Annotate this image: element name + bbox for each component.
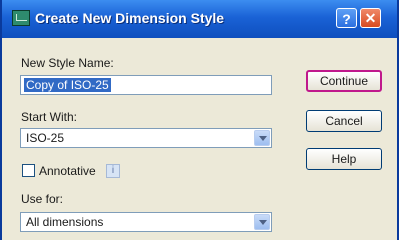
start-with-select[interactable]: ISO-25	[20, 128, 272, 148]
annotative-checkbox[interactable]	[22, 164, 35, 177]
start-with-value: ISO-25	[26, 131, 65, 145]
create-new-dimension-style-dialog: Create New Dimension Style ? ✕ New Style…	[0, 0, 399, 240]
use-for-select[interactable]: All dimensions	[20, 212, 272, 232]
help-button[interactable]: Help	[306, 148, 382, 170]
start-with-label: Start With:	[21, 110, 78, 124]
help-icon[interactable]: ?	[336, 8, 357, 28]
chevron-down-icon[interactable]	[254, 214, 270, 230]
title-bar[interactable]: Create New Dimension Style ? ✕	[2, 0, 397, 38]
annotative-label: Annotative	[39, 164, 96, 178]
new-style-name-value: Copy of ISO-25	[24, 78, 111, 92]
use-for-value: All dimensions	[26, 215, 104, 229]
new-style-name-input[interactable]: Copy of ISO-25	[20, 75, 272, 95]
info-icon[interactable]: i	[106, 164, 120, 178]
close-icon[interactable]: ✕	[360, 8, 381, 28]
new-style-name-label: New Style Name:	[21, 56, 114, 70]
continue-button[interactable]: Continue	[306, 70, 382, 92]
chevron-down-icon[interactable]	[254, 130, 270, 146]
cancel-button[interactable]: Cancel	[306, 110, 382, 132]
dimension-style-icon	[12, 10, 30, 26]
dialog-title: Create New Dimension Style	[35, 10, 225, 26]
use-for-label: Use for:	[21, 192, 64, 206]
